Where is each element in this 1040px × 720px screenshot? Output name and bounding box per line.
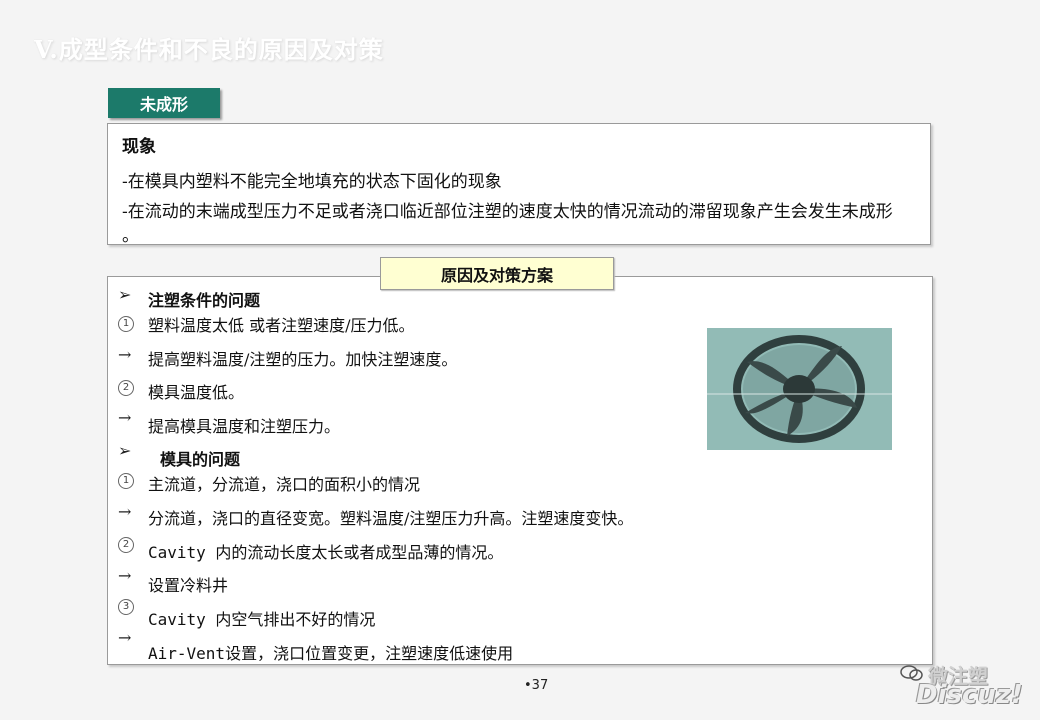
arrow-right-icon: →: [118, 628, 132, 647]
phenomenon-line-2: -在流动的末端成型压力不足或者浇口临近部位注塑的速度太快的情况流动的滞留现象产生…: [122, 202, 893, 246]
watermark: 微注塑 Discuz!: [900, 660, 1030, 712]
circle-number-icon: 3: [118, 599, 134, 615]
arrow-right-icon: →: [118, 566, 132, 585]
cause-row-5: Cavity 内空气排出不好的情况: [148, 610, 376, 629]
section-heading-injection: 注塑条件的问题: [148, 291, 261, 310]
fan-illustration: [707, 328, 892, 450]
cause-row-3: 主流道，分流道，浇口的面积小的情况: [148, 475, 421, 494]
phenomenon-heading: 现象: [122, 137, 156, 157]
section-heading-mold: 模具的问题: [160, 450, 241, 469]
phenomenon-box: 现象 -在模具内塑料不能完全地填充的状态下固化的现象 -在流动的末端成型压力不足…: [107, 123, 931, 246]
circle-number-icon: 1: [118, 316, 134, 332]
fan-image: [707, 328, 892, 450]
arrow-right-icon: →: [118, 502, 132, 521]
cause-row-2: 模具温度低。: [148, 383, 245, 402]
slide-title: V.成型条件和不良的原因及对策: [34, 35, 384, 64]
phenomenon-line-1: -在模具内塑料不能完全地填充的状态下固化的现象: [122, 172, 502, 192]
circle-number-icon: 2: [118, 537, 134, 553]
circle-number-icon: 1: [118, 473, 134, 489]
arrow-right-icon: →: [118, 345, 132, 364]
circle-number-icon: 2: [118, 380, 134, 396]
solution-row-1: 提高塑料温度/注塑的压力。加快注塑速度。: [148, 350, 458, 369]
watermark-text-2: Discuz!: [916, 680, 1023, 710]
cause-solution-banner: 原因及对策方案: [380, 257, 614, 290]
cause-row-4: Cavity 内的流动长度太长或者成型品薄的情况。: [148, 543, 504, 562]
pointer-icon: ➢: [118, 441, 132, 460]
solution-row-5: Air-Vent设置，浇口位置变更，注塑速度低速使用: [148, 644, 514, 663]
section-tab: 未成形: [108, 88, 220, 118]
arrow-right-icon: →: [118, 408, 132, 427]
cause-row-1: 塑料温度太低 或者注塑速度/压力低。: [148, 316, 415, 335]
page-number: •37: [524, 678, 549, 693]
solution-row-4: 设置冷料井: [148, 576, 229, 595]
solution-row-3: 分流道，浇口的直径变宽。塑料温度/注塑压力升高。注塑速度变快。: [148, 509, 634, 528]
solution-row-2: 提高模具温度和注塑压力。: [148, 417, 341, 436]
pointer-icon: ➢: [118, 285, 132, 304]
